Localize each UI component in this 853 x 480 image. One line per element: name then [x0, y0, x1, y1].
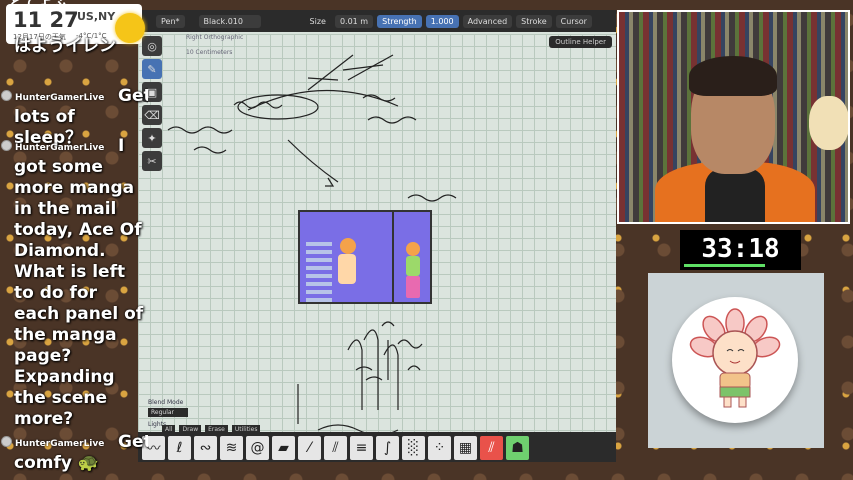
brush-fill-icon[interactable]: ▰ [272, 436, 295, 460]
properties-panel: Blend Mode Regular Lights [148, 399, 188, 428]
brush-thick-icon[interactable]: ≋ [220, 436, 243, 460]
clock-city: US,NY [77, 10, 116, 23]
chat-message-text: Get comfy 🐢 [14, 432, 148, 473]
brush-red-icon[interactable]: ⫽ [480, 436, 503, 460]
character-legs [406, 276, 420, 298]
blend-mode-label: Blend Mode [148, 399, 184, 406]
stream-timer: 33:18 [680, 230, 801, 270]
webcam-feed [617, 10, 850, 224]
character-head [340, 238, 356, 254]
brush-texture-icon[interactable]: ░ [402, 436, 425, 460]
timer-value: 33:18 [701, 234, 780, 264]
avatar [1, 436, 12, 447]
chat-message-text: はようイレン [14, 36, 116, 56]
brush-marker-icon[interactable]: ∾ [194, 436, 217, 460]
character-body [338, 254, 356, 284]
blender-window: Pen* Black.010 Size 0.01 m Strength 1.00… [138, 10, 616, 462]
brush-dots-icon[interactable]: ⁘ [428, 436, 451, 460]
timer-progress-bar [684, 264, 766, 267]
brush-lines-icon[interactable]: ≡ [350, 436, 373, 460]
black-shirt [705, 168, 765, 222]
brush-circle-icon[interactable]: @ [246, 436, 269, 460]
chat-overlay: とてよふ... 11 27 US,NY 12月17日の天気 -4°C/1°C は… [0, 0, 148, 480]
brush-hatch-icon[interactable]: ⫽ [324, 436, 347, 460]
brush-pencil-icon[interactable]: ⁄ [298, 436, 321, 460]
character-head [406, 242, 420, 256]
chat-message-text: I got some more manga in the mail today,… [14, 136, 144, 429]
stairs-illustration [306, 242, 332, 302]
flower-character-illustration [689, 308, 781, 408]
clock-time: 11 27 [13, 8, 79, 32]
teddy-bear [809, 96, 848, 150]
character-body [406, 256, 420, 276]
badge-photo [648, 273, 824, 448]
blend-mode-dropdown[interactable]: Regular [148, 408, 188, 417]
avatar [1, 140, 12, 151]
brush-ink-icon[interactable]: ℓ [168, 436, 191, 460]
avatar [1, 90, 12, 101]
streamer-hair [689, 56, 777, 96]
brush-shelf: 〰 ℓ ∾ ≋ @ ▰ ⁄ ⫽ ≡ ∫ ░ ⁘ ▦ ⫽ ☗ [138, 432, 616, 462]
brush-grid-icon[interactable]: ▦ [454, 436, 477, 460]
character-pin-badge [672, 297, 798, 423]
brush-curve-icon[interactable]: ∫ [376, 436, 399, 460]
panel-divider [392, 212, 394, 302]
manga-panel-preview [298, 210, 432, 304]
brush-slime-icon[interactable]: ☗ [506, 436, 529, 460]
